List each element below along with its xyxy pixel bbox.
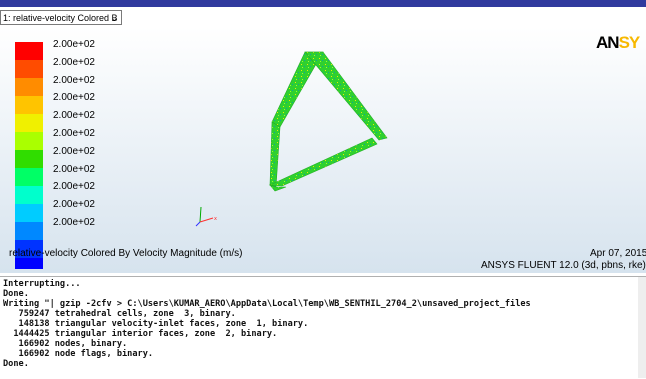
- console-line: Done.: [3, 289, 29, 299]
- display-window-selector[interactable]: 1: relative-velocity Colored B ⌄: [0, 10, 122, 25]
- console-line: 166902 nodes, binary.: [3, 339, 128, 349]
- console-line: Done.: [3, 359, 29, 369]
- console-line: 148138 triangular velocity-inlet faces, …: [3, 319, 309, 329]
- console-line: Interrupting...: [3, 279, 81, 289]
- console-line: 759247 tetrahedral cells, zone 3, binary…: [3, 309, 236, 319]
- chevron-down-icon[interactable]: ⌄: [110, 11, 118, 24]
- mesh-geometry: x: [195, 51, 388, 227]
- display-window-selector-label: 1: relative-velocity Colored B: [3, 13, 118, 23]
- console-panel[interactable]: Interrupting... Done. Writing "| gzip -2cf…: [0, 276, 646, 379]
- plot-caption: relative-velocity Colored By Velocity Ma…: [9, 248, 243, 259]
- solver-version: ANSYS FLUENT 12.0 (3d, pbns, rke): [481, 260, 646, 271]
- console-line: 166902 node flags, binary.: [3, 349, 154, 359]
- console-line: 1444425 triangular interior faces, zone …: [3, 329, 278, 339]
- geometry-surface: [268, 51, 388, 192]
- console-line: Writing "| gzip -2cfv > C:\Users\KUMAR_A…: [3, 299, 531, 309]
- plot-date: Apr 07, 2015: [590, 248, 646, 259]
- graphics-window[interactable]: 2.00e+02 2.00e+02 2.00e+02 2.00e+02 2.00e+02…: [0, 27, 646, 273]
- window-title-bar: [0, 0, 646, 7]
- axis-triad: x: [195, 206, 217, 227]
- console-output: Interrupting... Done. Writing "| gzip -2cf…: [0, 277, 646, 369]
- svg-text:x: x: [214, 216, 217, 222]
- console-scrollbar[interactable]: [638, 277, 646, 378]
